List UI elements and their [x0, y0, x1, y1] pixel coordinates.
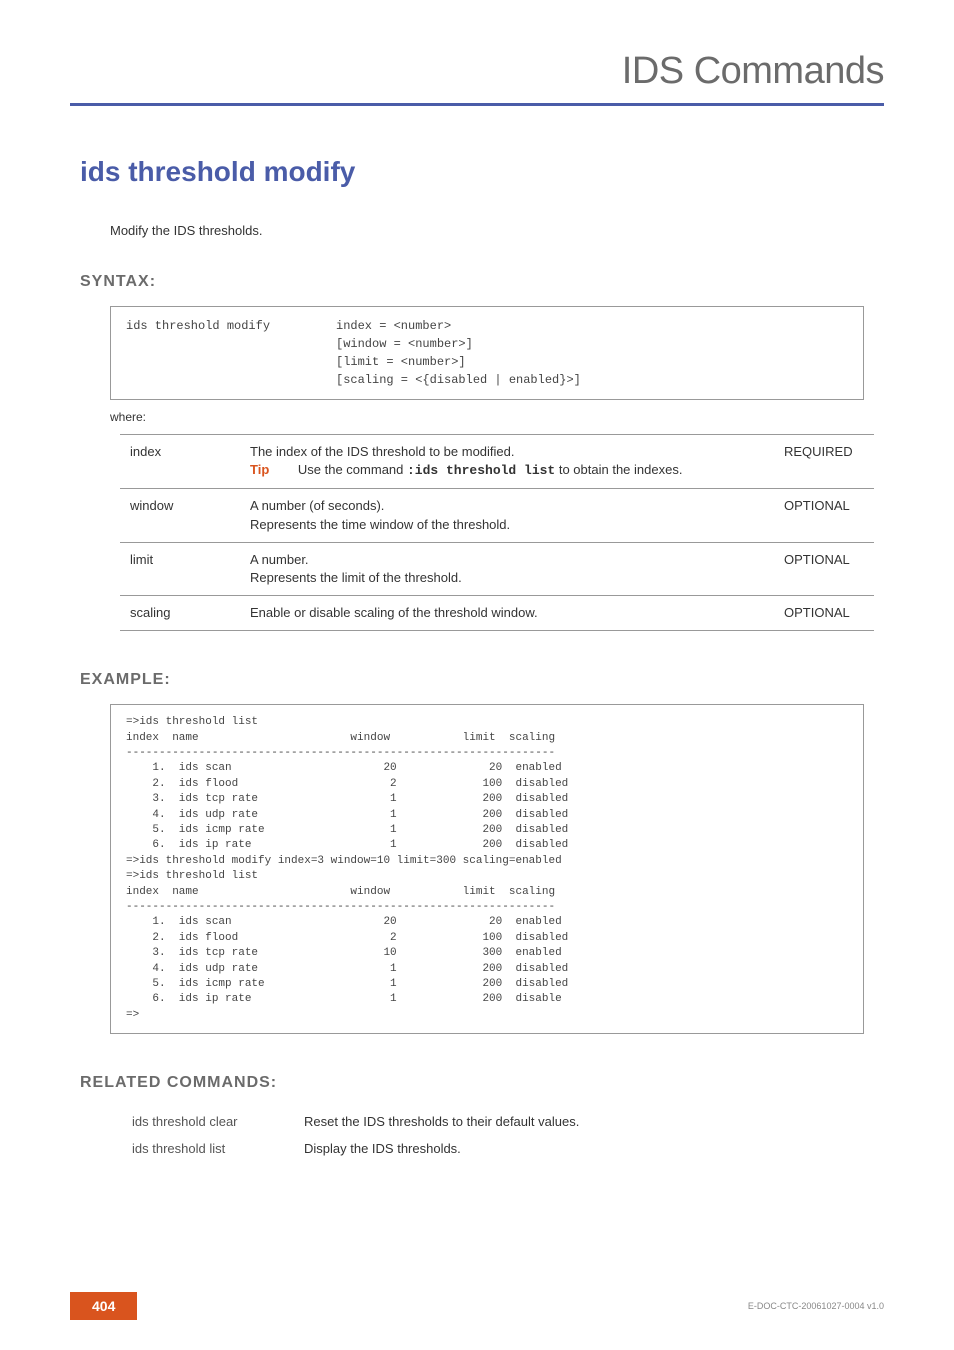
param-desc-text: The index of the IDS threshold to be mod… [250, 444, 515, 459]
header-rule [70, 103, 884, 106]
syntax-pad [126, 353, 336, 371]
example-box: =>ids threshold list index name window l… [110, 704, 864, 1034]
related-desc: Display the IDS thresholds. [304, 1136, 589, 1161]
doc-id: E-DOC-CTC-20061027-0004 v1.0 [748, 1301, 884, 1311]
related-cmd: ids threshold clear [132, 1109, 302, 1134]
param-desc: The index of the IDS threshold to be mod… [240, 435, 774, 489]
syntax-arg-window: [window = <number>] [336, 335, 473, 353]
related-desc: Reset the IDS thresholds to their defaul… [304, 1109, 589, 1134]
syntax-pad [126, 335, 336, 353]
related-cmd: ids threshold list [132, 1136, 302, 1161]
param-row-limit: limit A number. Represents the limit of … [120, 542, 874, 595]
param-row-window: window A number (of seconds). Represents… [120, 489, 874, 542]
page-footer: 404 E-DOC-CTC-20061027-0004 v1.0 [70, 1292, 884, 1320]
param-row-index: index The index of the IDS threshold to … [120, 435, 874, 489]
syntax-arg-index: index = <number> [336, 317, 451, 335]
tip-label: Tip [250, 462, 294, 477]
related-commands-table: ids threshold clear Reset the IDS thresh… [130, 1107, 591, 1163]
param-req: REQUIRED [774, 435, 874, 489]
param-req: OPTIONAL [774, 542, 874, 595]
syntax-arg-limit: [limit = <number>] [336, 353, 466, 371]
syntax-cmd: ids threshold modify [126, 317, 336, 335]
tip-pre: Use the command [298, 462, 407, 477]
intro-text: Modify the IDS thresholds. [110, 223, 884, 238]
related-heading: RELATED COMMANDS: [80, 1074, 884, 1092]
param-desc-line2: Represents the limit of the threshold. [250, 570, 462, 585]
param-desc: A number. Represents the limit of the th… [240, 542, 774, 595]
syntax-box: ids threshold modify index = <number> [w… [110, 306, 864, 400]
param-name: window [120, 489, 240, 542]
syntax-arg-scaling: [scaling = <{disabled | enabled}>] [336, 371, 581, 389]
where-text: where: [110, 410, 884, 424]
param-desc-line1: Enable or disable scaling of the thresho… [250, 605, 538, 620]
param-desc-line2: Represents the time window of the thresh… [250, 517, 510, 532]
page-number: 404 [70, 1292, 137, 1320]
syntax-heading: SYNTAX: [80, 273, 884, 291]
related-row: ids threshold list Display the IDS thres… [132, 1136, 589, 1161]
param-desc-line1: A number (of seconds). [250, 498, 384, 513]
syntax-pad [126, 371, 336, 389]
param-name: scaling [120, 596, 240, 631]
param-name: index [120, 435, 240, 489]
tip-code: :ids threshold list [407, 463, 555, 478]
param-desc: Enable or disable scaling of the thresho… [240, 596, 774, 631]
param-desc: A number (of seconds). Represents the ti… [240, 489, 774, 542]
page-title: ids threshold modify [80, 156, 884, 188]
param-name: limit [120, 542, 240, 595]
param-req: OPTIONAL [774, 596, 874, 631]
related-row: ids threshold clear Reset the IDS thresh… [132, 1109, 589, 1134]
param-req: OPTIONAL [774, 489, 874, 542]
tip-post: to obtain the indexes. [555, 462, 682, 477]
param-row-scaling: scaling Enable or disable scaling of the… [120, 596, 874, 631]
chapter-header: IDS Commands [70, 50, 884, 93]
example-heading: EXAMPLE: [80, 671, 884, 689]
param-desc-line1: A number. [250, 552, 309, 567]
param-table: index The index of the IDS threshold to … [120, 434, 874, 631]
